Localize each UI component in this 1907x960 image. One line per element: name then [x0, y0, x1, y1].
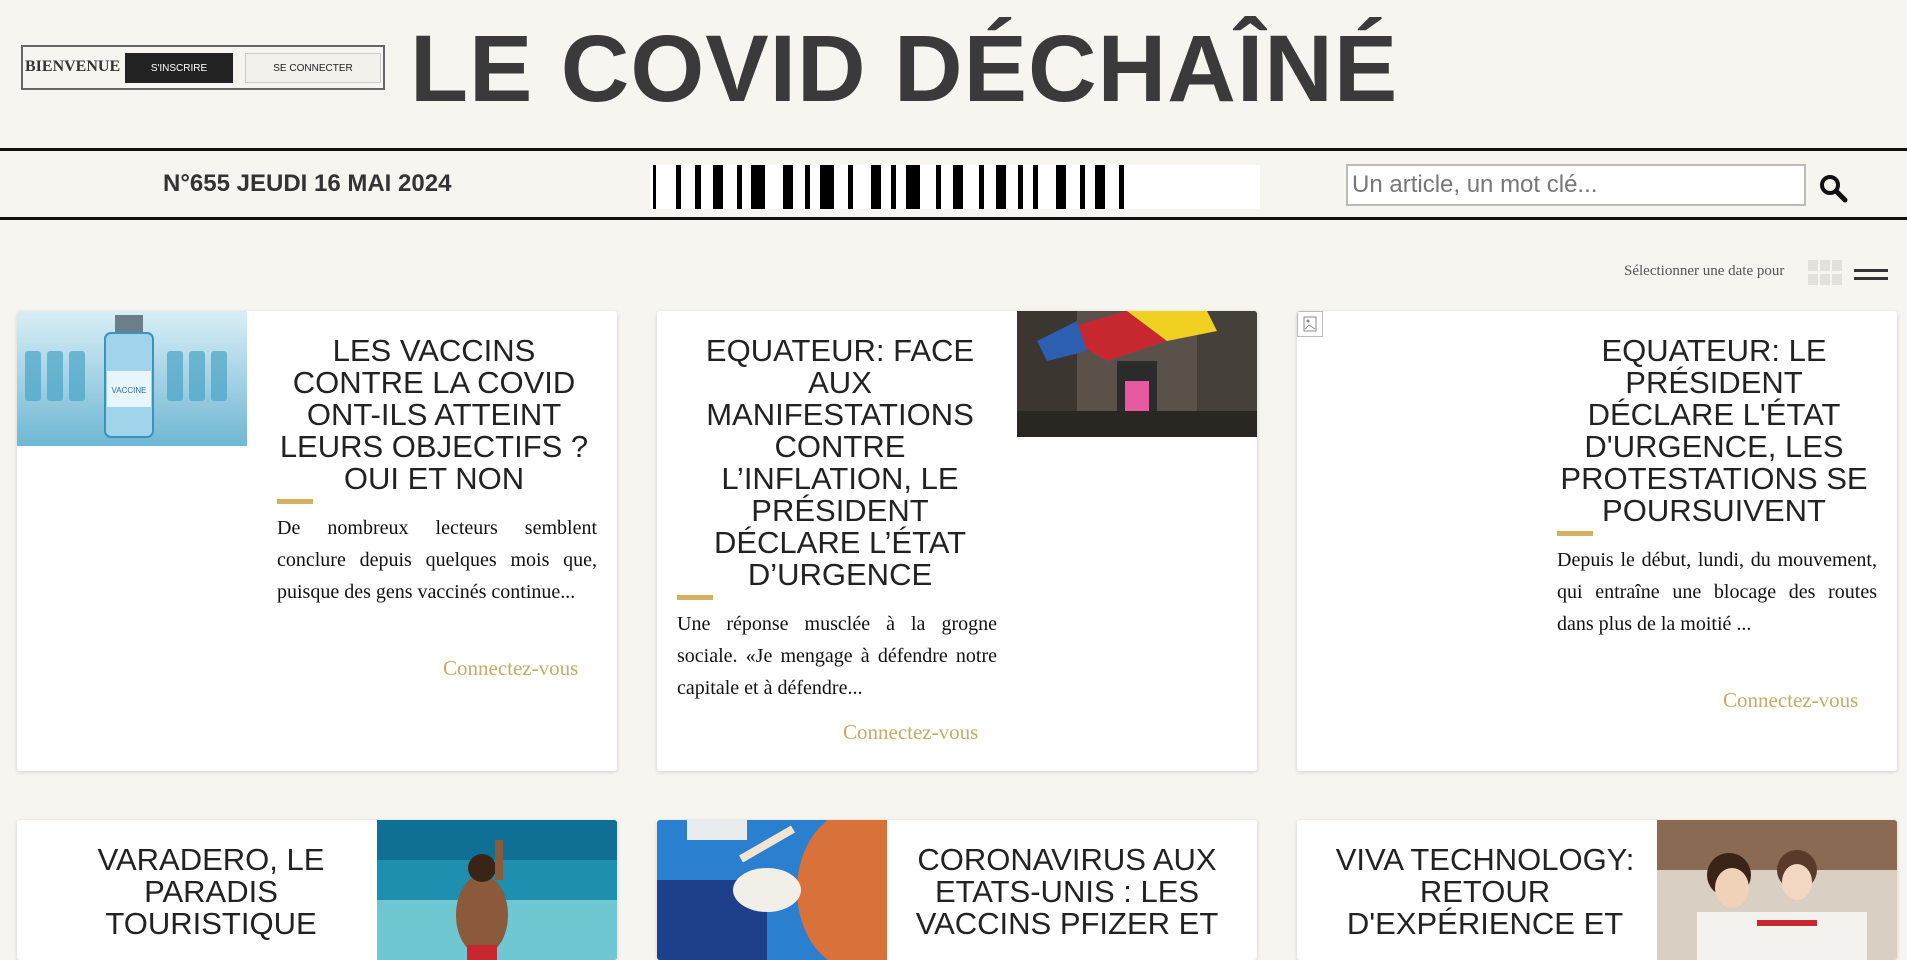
children-drawing-image[interactable] — [1657, 820, 1897, 960]
login-link[interactable]: Connectez-vous — [843, 720, 978, 745]
login-link[interactable]: Connectez-vous — [443, 656, 578, 681]
article-title[interactable]: EQUATEUR: LE PRÉSIDENT DÉCLARE L'ÉTAT D'… — [1549, 335, 1879, 527]
issue-date: N°655 JEUDI 16 MAI 2024 — [163, 170, 452, 197]
welcome-label: BIENVENUE — [25, 58, 121, 75]
broken-image-icon[interactable] — [1297, 311, 1527, 471]
accent-bar — [1557, 531, 1593, 536]
beach-image[interactable] — [377, 820, 617, 960]
article-card[interactable]: VARADERO, LE PARADIS TOURISTIQUE — [17, 820, 617, 960]
article-title[interactable]: CORONAVIRUS AUX ETATS-UNIS : LES VACCINS… — [897, 844, 1237, 940]
list-view-icon[interactable] — [1854, 268, 1888, 284]
protest-image[interactable] — [1017, 311, 1257, 437]
site-title[interactable]: LE COVID DÉCHAÎNÉ — [410, 14, 1398, 124]
article-excerpt: Depuis le début, lundi, du mouvement, qu… — [1557, 549, 1877, 635]
vaccine-vials-image[interactable]: VACCINE — [17, 311, 247, 446]
article-card[interactable]: VIVA TECHNOLOGY: RETOUR D'EXPÉRIENCE ET — [1297, 820, 1897, 960]
barcode-image — [650, 165, 1260, 209]
site-header: BIENVENUE S'INSCRIRE SE CONNECTER LE COV… — [0, 0, 1907, 148]
article-title[interactable]: LES VACCINS CONTRE LA COVID ONT-ILS ATTE… — [269, 335, 599, 495]
article-title[interactable]: VIVA TECHNOLOGY: RETOUR D'EXPÉRIENCE ET — [1315, 844, 1655, 940]
article-card[interactable]: VACCINE LES VACCINS CONTRE LA COVID ONT-… — [17, 311, 617, 771]
login-link[interactable]: Connectez-vous — [1723, 688, 1858, 713]
grid-view-icon[interactable] — [1808, 260, 1842, 286]
article-excerpt: Une réponse musclée à la grogne sociale.… — [677, 613, 997, 699]
article-card[interactable]: EQUATEUR: FACE AUX MANIFESTATIONS CONTRE… — [657, 311, 1257, 771]
auth-box: BIENVENUE S'INSCRIRE SE CONNECTER — [21, 45, 385, 90]
accent-bar — [677, 595, 713, 600]
vaccination-image[interactable] — [657, 820, 887, 960]
article-title[interactable]: EQUATEUR: FACE AUX MANIFESTATIONS CONTRE… — [675, 335, 1005, 591]
search-icon[interactable] — [1818, 173, 1848, 203]
date-select-label[interactable]: Sélectionner une date pour — [1624, 263, 1784, 280]
article-title[interactable]: VARADERO, LE PARADIS TOURISTIQUE — [41, 844, 381, 940]
signup-button[interactable]: S'INSCRIRE — [125, 53, 233, 83]
article-excerpt: De nombreux lecteurs semblent conclure d… — [277, 517, 597, 603]
svg-text:VACCINE: VACCINE — [112, 386, 147, 395]
login-button[interactable]: SE CONNECTER — [245, 53, 381, 83]
article-card[interactable]: CORONAVIRUS AUX ETATS-UNIS : LES VACCINS… — [657, 820, 1257, 960]
issue-bar: N°655 JEUDI 16 MAI 2024 — [0, 148, 1907, 220]
search-input[interactable] — [1346, 164, 1806, 206]
accent-bar — [277, 499, 313, 504]
article-card[interactable]: EQUATEUR: LE PRÉSIDENT DÉCLARE L'ÉTAT D'… — [1297, 311, 1897, 771]
